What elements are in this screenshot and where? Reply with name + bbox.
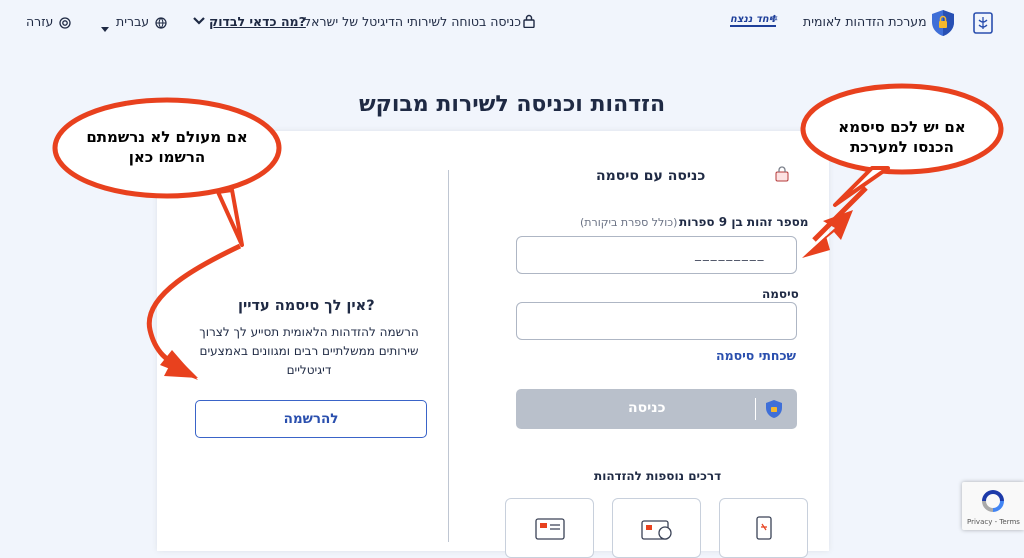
recaptcha-badge[interactable]: Privacy - Terms bbox=[962, 482, 1024, 530]
left-speech-bubble bbox=[52, 97, 282, 247]
right-speech-bubble bbox=[800, 83, 1004, 242]
right-bubble-line-2: הכנסו למערכת bbox=[850, 138, 954, 156]
left-bubble-line-1: אם מעולם לא נרשמתם bbox=[86, 128, 248, 146]
left-bubble-line-2: הרשמו כאן bbox=[128, 148, 206, 166]
right-arrow-icon bbox=[802, 210, 853, 258]
left-bubble-text: אם מעולם לא נרשמתם הרשמו כאן bbox=[60, 127, 274, 167]
recaptcha-icon bbox=[978, 487, 1008, 515]
recaptcha-footer[interactable]: Privacy - Terms bbox=[967, 518, 1020, 526]
right-bubble-line-1: אם יש לכם סיסמא bbox=[838, 118, 966, 136]
right-bubble-text: אם יש לכם סיסמא הכנסו למערכת bbox=[810, 117, 994, 157]
annotation-overlay bbox=[52, 83, 1004, 380]
left-curved-arrow-icon bbox=[146, 243, 242, 380]
